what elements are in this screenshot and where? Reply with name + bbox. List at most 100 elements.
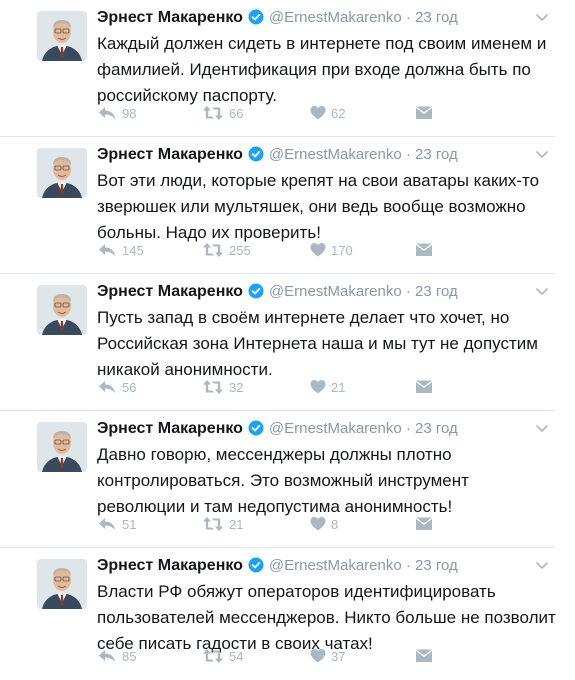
retweet-count: 54 xyxy=(229,648,244,664)
author-handle[interactable]: @ErnestMakarenko xyxy=(269,9,402,26)
author-name[interactable]: Эрнест Макаренко xyxy=(97,557,243,574)
direct-message-button[interactable] xyxy=(415,646,433,666)
tweet-item[interactable]: Эрнест Макаренко @ErnestMakarenko · 23 го… xyxy=(0,274,575,411)
chevron-down-icon[interactable] xyxy=(535,421,549,439)
separator-dot: · xyxy=(401,557,416,574)
tweet-header: Эрнест Макаренко @ErnestMakarenko · 23 го… xyxy=(97,281,545,303)
heart-icon xyxy=(310,105,326,121)
separator-dot: · xyxy=(401,283,416,300)
author-handle[interactable]: @ErnestMakarenko xyxy=(269,557,402,574)
timestamp[interactable]: 23 год xyxy=(415,9,458,26)
chevron-down-icon[interactable] xyxy=(535,147,549,165)
reply-button[interactable]: 145 xyxy=(97,240,144,260)
retweet-icon xyxy=(202,379,224,395)
direct-message-icon xyxy=(415,648,433,664)
tweet-text: Каждый должен сидеть в интернете под сво… xyxy=(97,34,547,105)
timestamp[interactable]: 23 год xyxy=(415,557,458,574)
reply-button[interactable]: 85 xyxy=(97,646,136,666)
verified-badge-icon xyxy=(248,557,264,580)
author-name[interactable]: Эрнест Макаренко xyxy=(97,9,243,26)
direct-message-button[interactable] xyxy=(415,514,433,534)
retweet-button[interactable]: 255 xyxy=(202,240,251,260)
reply-button[interactable]: 98 xyxy=(97,103,136,123)
direct-message-icon xyxy=(415,379,433,395)
reply-icon xyxy=(97,648,117,664)
timestamp[interactable]: 23 год xyxy=(415,283,458,300)
like-count: 62 xyxy=(331,105,346,121)
retweet-icon xyxy=(202,105,224,121)
chevron-down-icon[interactable] xyxy=(535,558,549,576)
reply-count: 51 xyxy=(122,516,137,532)
heart-icon xyxy=(310,516,326,532)
retweet-button[interactable]: 54 xyxy=(202,646,243,666)
like-button[interactable]: 8 xyxy=(310,514,338,534)
reply-count: 145 xyxy=(122,242,144,258)
retweet-count: 255 xyxy=(229,242,251,258)
verified-badge-icon xyxy=(248,420,264,443)
tweet-text: Вот эти люди, которые крепят на свои ава… xyxy=(97,171,540,242)
like-button[interactable]: 62 xyxy=(310,103,345,123)
tweet-text: Давно говорю, мессенджеры должны плотно … xyxy=(97,445,469,516)
direct-message-icon xyxy=(415,242,433,258)
reply-icon xyxy=(97,516,117,532)
heart-icon xyxy=(310,379,326,395)
like-button[interactable]: 170 xyxy=(310,240,353,260)
direct-message-button[interactable] xyxy=(415,103,433,123)
author-handle[interactable]: @ErnestMakarenko xyxy=(269,283,402,300)
like-button[interactable]: 37 xyxy=(310,646,345,666)
heart-icon xyxy=(310,242,326,258)
tweet-actions: 98 66 62 xyxy=(97,103,537,123)
tweet-actions: 56 32 21 xyxy=(97,377,537,397)
reply-button[interactable]: 51 xyxy=(97,514,136,534)
separator-dot: · xyxy=(401,420,416,437)
author-name[interactable]: Эрнест Макаренко xyxy=(97,146,243,163)
avatar[interactable] xyxy=(37,422,87,472)
heart-icon xyxy=(310,648,326,664)
like-count: 170 xyxy=(331,242,353,258)
reply-icon xyxy=(97,105,117,121)
verified-badge-icon xyxy=(248,146,264,169)
author-name[interactable]: Эрнест Макаренко xyxy=(97,420,243,437)
tweet-item[interactable]: Эрнест Макаренко @ErnestMakarenko · 23 го… xyxy=(0,0,575,137)
retweet-button[interactable]: 32 xyxy=(202,377,243,397)
timestamp[interactable]: 23 год xyxy=(415,146,458,163)
chevron-down-icon[interactable] xyxy=(535,284,549,302)
tweet-item[interactable]: Эрнест Макаренко @ErnestMakarenko · 23 го… xyxy=(0,137,575,274)
direct-message-icon xyxy=(415,516,433,532)
timestamp[interactable]: 23 год xyxy=(415,420,458,437)
reply-button[interactable]: 56 xyxy=(97,377,136,397)
reply-icon xyxy=(97,242,117,258)
retweet-icon xyxy=(202,516,224,532)
like-count: 37 xyxy=(331,648,346,664)
avatar[interactable] xyxy=(37,148,87,198)
like-count: 21 xyxy=(331,379,346,395)
retweet-icon xyxy=(202,242,224,258)
avatar[interactable] xyxy=(37,285,87,335)
reply-count: 85 xyxy=(122,648,137,664)
direct-message-button[interactable] xyxy=(415,240,433,260)
retweet-count: 21 xyxy=(229,516,244,532)
tweet-actions: 145 255 170 xyxy=(97,240,537,260)
direct-message-button[interactable] xyxy=(415,377,433,397)
chevron-down-icon[interactable] xyxy=(535,10,549,28)
author-name[interactable]: Эрнест Макаренко xyxy=(97,283,243,300)
retweet-button[interactable]: 21 xyxy=(202,514,243,534)
reply-count: 98 xyxy=(122,105,137,121)
tweet-text: Пусть запад в своём интернете делает что… xyxy=(97,308,538,379)
tweet-header: Эрнест Макаренко @ErnestMakarenko · 23 го… xyxy=(97,144,545,166)
tweet-header: Эрнест Макаренко @ErnestMakarenko · 23 го… xyxy=(97,7,545,29)
separator-dot: · xyxy=(401,9,416,26)
tweet-item[interactable]: Эрнест Макаренко @ErnestMakarenko · 23 го… xyxy=(0,548,575,680)
avatar[interactable] xyxy=(37,559,87,609)
verified-badge-icon xyxy=(248,283,264,306)
tweet-actions: 85 54 37 xyxy=(97,646,537,666)
author-handle[interactable]: @ErnestMakarenko xyxy=(269,420,402,437)
separator-dot: · xyxy=(401,146,416,163)
author-handle[interactable]: @ErnestMakarenko xyxy=(269,146,402,163)
tweet-header: Эрнест Макаренко @ErnestMakarenko · 23 го… xyxy=(97,418,545,440)
tweet-item[interactable]: Эрнест Макаренко @ErnestMakarenko · 23 го… xyxy=(0,411,575,548)
retweet-button[interactable]: 66 xyxy=(202,103,243,123)
avatar[interactable] xyxy=(37,11,87,61)
retweet-count: 32 xyxy=(229,379,244,395)
like-button[interactable]: 21 xyxy=(310,377,345,397)
